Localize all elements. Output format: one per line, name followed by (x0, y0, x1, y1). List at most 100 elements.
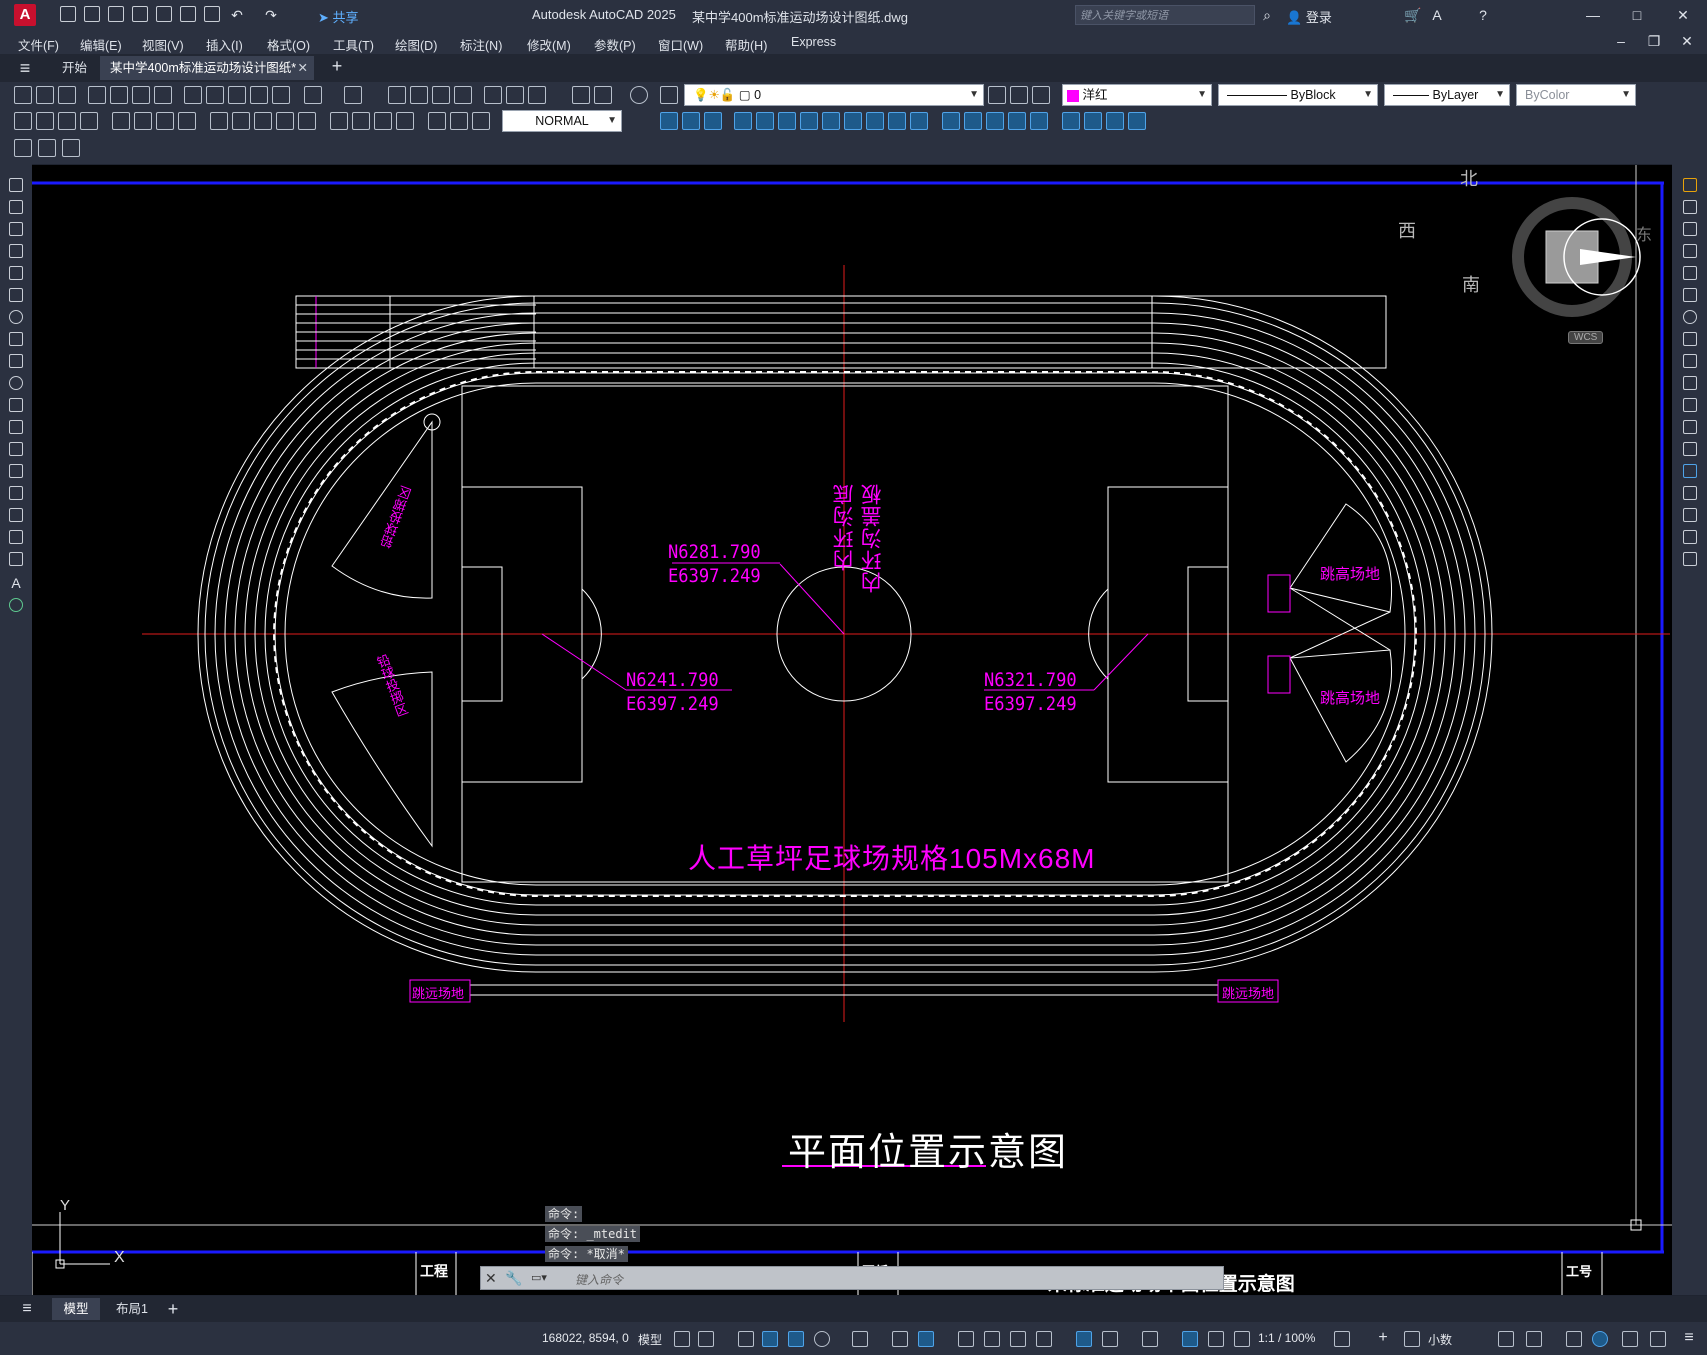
ucs-view-icon[interactable] (778, 112, 796, 130)
undo-icon[interactable]: ↶ (228, 6, 246, 24)
make-current-layer-icon[interactable] (988, 86, 1006, 104)
lock-ui-icon[interactable] (1526, 1331, 1542, 1347)
layer-states-icon[interactable] (1032, 86, 1050, 104)
command-recent-icon[interactable]: ▭▾ (531, 1271, 547, 1284)
isolate-objects-icon[interactable] (1566, 1331, 1582, 1347)
viewcube-north[interactable]: 北 (1460, 165, 1478, 191)
extend-icon[interactable] (1683, 398, 1697, 412)
drawing-canvas[interactable]: 北 西 东 南 WCS N6281.790 E6397.249 N6241.79… (32, 165, 1672, 1295)
move-icon[interactable] (1683, 288, 1697, 302)
units-value[interactable]: 小数 (1428, 1331, 1452, 1348)
hatch-icon[interactable] (9, 486, 23, 500)
dimstyle-dropdown[interactable]: NORMAL ▼ (502, 110, 622, 132)
3d-osnap-icon[interactable] (1036, 1331, 1052, 1347)
help-icon[interactable]: ? (1474, 6, 1492, 24)
menu-express[interactable]: Express (791, 35, 836, 49)
angular-dim-icon[interactable] (178, 112, 196, 130)
menu-dimension[interactable]: 标注(N) (460, 35, 502, 54)
open-icon[interactable] (36, 86, 54, 104)
hardware-acceleration-icon[interactable] (1592, 1331, 1608, 1347)
polyline-icon[interactable] (9, 222, 23, 236)
maximize-button[interactable]: □ (1628, 6, 1646, 24)
wcs-menu[interactable]: WCS (1568, 331, 1604, 344)
menu-format[interactable]: 格式(O) (267, 35, 310, 54)
undo-icon[interactable] (304, 86, 322, 104)
plotstyle-dropdown[interactable]: ByColor ▼ (1516, 84, 1636, 106)
coordinates-readout[interactable]: 168022, 8594, 0 (542, 1331, 629, 1345)
ellipse-arc-icon[interactable] (9, 398, 23, 412)
quick-calc-icon[interactable] (62, 139, 80, 157)
revision-cloud-icon[interactable] (9, 332, 23, 346)
add-selected-icon[interactable] (9, 598, 23, 612)
save-icon[interactable] (108, 6, 124, 22)
join-icon[interactable] (1683, 464, 1697, 478)
annotation-visibility-icon[interactable] (1182, 1331, 1198, 1347)
radius-dim-icon[interactable] (112, 112, 130, 130)
fillet-icon[interactable] (1683, 508, 1697, 522)
ortho-icon[interactable] (788, 1331, 804, 1347)
ordinate-dim-icon[interactable] (80, 112, 98, 130)
infer-constraints-icon[interactable] (738, 1331, 754, 1347)
break-at-point-icon[interactable] (1683, 420, 1697, 434)
layer-dropdown[interactable]: 💡☀🔓 ▢ 0 ▼ (684, 84, 984, 106)
layer-properties-icon[interactable] (660, 86, 678, 104)
tab-active-drawing[interactable]: 某中学400m标准运动场设计图纸* ✕ (100, 56, 314, 80)
units-icon[interactable] (1404, 1331, 1420, 1347)
ellipse-icon[interactable] (9, 376, 23, 390)
auto-scale-icon[interactable] (1208, 1331, 1224, 1347)
menu-parametric[interactable]: 参数(P) (594, 35, 636, 54)
continuous-orbit-icon[interactable] (1106, 112, 1124, 130)
doc-close-button[interactable]: ✕ (1678, 32, 1696, 50)
object-snap-tracking-icon[interactable] (892, 1331, 908, 1347)
baseline-dim-icon[interactable] (232, 112, 250, 130)
properties-icon[interactable] (484, 86, 502, 104)
workspace-gear-icon[interactable] (1334, 1331, 1350, 1347)
ucs-y-icon[interactable] (888, 112, 906, 130)
search-icon[interactable]: ⌕ (1258, 6, 1276, 24)
search-input[interactable]: 键入关键字或短语 (1075, 5, 1255, 25)
ucs-origin-icon[interactable] (800, 112, 818, 130)
copy-object-icon[interactable] (1683, 200, 1697, 214)
conceptual-icon[interactable] (1008, 112, 1026, 130)
break-icon[interactable] (1683, 442, 1697, 456)
viewcube-east[interactable]: 东 (1636, 221, 1652, 245)
3d-print-icon[interactable] (154, 86, 172, 104)
object-snap-icon[interactable] (918, 1331, 934, 1347)
selection-cycling-icon[interactable] (1010, 1331, 1026, 1347)
viewcube-west[interactable]: 西 (1398, 217, 1416, 243)
menu-modify[interactable]: 修改(M) (527, 35, 571, 54)
menu-tools[interactable]: 工具(T) (333, 35, 374, 54)
redo-icon[interactable]: ↷ (262, 6, 280, 24)
cart-icon[interactable]: 🛒 (1404, 6, 1422, 24)
minimize-button[interactable]: — (1584, 6, 1602, 24)
autodesk-app-icon[interactable]: A (1428, 6, 1446, 24)
cut-icon[interactable] (184, 86, 202, 104)
linetype-dropdown[interactable]: ByBlock ▼ (1218, 84, 1378, 106)
command-line[interactable]: ✕ 🔧 ▭▾ 键入命令 (480, 1266, 1224, 1290)
array-icon[interactable] (1683, 266, 1697, 280)
xray-icon[interactable] (1030, 112, 1048, 130)
lineweight-dropdown[interactable]: ByLayer ▼ (1384, 84, 1510, 106)
free-orbit-icon[interactable] (1084, 112, 1102, 130)
lineweight-icon[interactable] (958, 1331, 974, 1347)
menu-insert[interactable]: 插入(I) (206, 35, 243, 54)
save-as-icon[interactable] (132, 6, 148, 22)
region-icon[interactable] (9, 530, 23, 544)
zoom-window-icon[interactable] (432, 86, 450, 104)
calculator-icon[interactable] (594, 86, 612, 104)
multiline-text-icon[interactable]: A (7, 574, 25, 592)
spline-icon[interactable] (9, 354, 23, 368)
shaded-icon[interactable] (964, 112, 982, 130)
add-layout-plus-icon[interactable]: + (164, 1300, 182, 1318)
rotate-icon[interactable] (1683, 310, 1697, 324)
design-center-icon[interactable] (506, 86, 524, 104)
doc-minimize-button[interactable]: – (1612, 32, 1630, 50)
rectangle-icon[interactable] (9, 266, 23, 280)
line-icon[interactable] (9, 178, 23, 192)
open-file-icon[interactable] (84, 6, 100, 22)
publish-icon[interactable] (132, 86, 150, 104)
copy-icon[interactable] (206, 86, 224, 104)
zoom-realtime-icon[interactable] (410, 86, 428, 104)
gradient-icon[interactable] (9, 508, 23, 522)
dim-update-icon[interactable] (472, 112, 490, 130)
